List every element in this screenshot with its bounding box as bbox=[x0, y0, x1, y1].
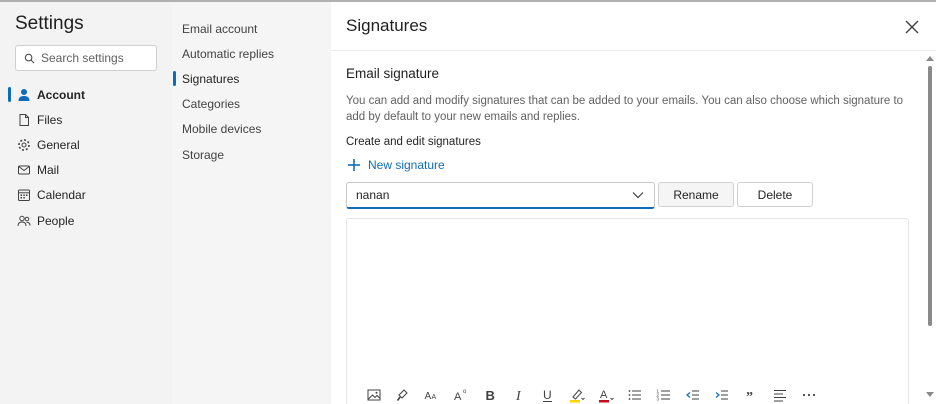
svg-text:3: 3 bbox=[656, 397, 659, 402]
svg-text:B: B bbox=[485, 388, 494, 403]
quote-icon[interactable]: ” bbox=[736, 385, 765, 404]
signatures-panel: Signatures Email signature You can add a… bbox=[331, 2, 936, 404]
subnav-item-storage[interactable]: Storage bbox=[172, 142, 331, 167]
close-icon[interactable] bbox=[902, 17, 922, 37]
mail-icon bbox=[17, 163, 31, 177]
nav-item-label: People bbox=[37, 213, 75, 228]
subnav-item-email-account[interactable]: Email account bbox=[172, 16, 331, 41]
font-color-icon[interactable]: A bbox=[591, 385, 620, 404]
plus-icon bbox=[348, 159, 360, 171]
format-painter-icon[interactable] bbox=[388, 385, 417, 404]
svg-text:A: A bbox=[424, 391, 431, 402]
new-signature-label: New signature bbox=[368, 158, 445, 172]
settings-title: Settings bbox=[15, 13, 84, 34]
scroll-thumb[interactable] bbox=[928, 66, 932, 326]
subnav-item-automatic-replies[interactable]: Automatic replies bbox=[172, 41, 331, 66]
more-options-icon[interactable] bbox=[794, 385, 823, 404]
svg-text:A: A bbox=[600, 389, 608, 401]
signature-editor[interactable] bbox=[346, 218, 909, 404]
primary-nav-list: Account Files General Mail Calendar Peop… bbox=[0, 82, 172, 233]
numbering-icon[interactable]: 123 bbox=[649, 385, 678, 404]
panel-scrollbar[interactable] bbox=[923, 52, 936, 404]
superscript-icon[interactable]: Ao bbox=[446, 385, 475, 404]
bold-icon[interactable]: B bbox=[475, 385, 504, 404]
account-subnav: Email account Automatic replies Signatur… bbox=[172, 2, 331, 404]
underline-icon[interactable]: U bbox=[533, 385, 562, 404]
people-icon bbox=[17, 214, 31, 228]
nav-item-calendar[interactable]: Calendar bbox=[0, 183, 172, 208]
subnav-list: Email account Automatic replies Signatur… bbox=[172, 16, 331, 167]
bullets-icon[interactable] bbox=[620, 385, 649, 404]
rename-button[interactable]: Rename bbox=[658, 182, 734, 207]
chevron-down-icon bbox=[632, 192, 644, 199]
section-description: You can add and modify signatures that c… bbox=[346, 95, 904, 123]
decrease-indent-icon[interactable] bbox=[678, 385, 707, 404]
panel-title: Signatures bbox=[346, 16, 428, 35]
nav-item-label: Mail bbox=[37, 163, 60, 178]
subnav-item-categories[interactable]: Categories bbox=[172, 92, 331, 117]
italic-icon[interactable]: I bbox=[504, 385, 533, 404]
search-settings-box[interactable] bbox=[15, 45, 157, 71]
nav-item-mail[interactable]: Mail bbox=[0, 158, 172, 183]
person-icon bbox=[17, 88, 31, 102]
scroll-up-arrow-icon[interactable] bbox=[926, 56, 934, 61]
nav-item-account[interactable]: Account bbox=[0, 82, 172, 107]
svg-text:”: ” bbox=[746, 390, 753, 403]
nav-item-files[interactable]: Files bbox=[0, 107, 172, 132]
nav-item-label: General bbox=[37, 137, 80, 152]
insert-image-icon[interactable] bbox=[359, 385, 388, 404]
new-signature-button[interactable]: New signature bbox=[347, 158, 445, 172]
increase-indent-icon[interactable] bbox=[707, 385, 736, 404]
scroll-down-arrow-icon[interactable] bbox=[926, 392, 934, 397]
svg-text:o: o bbox=[463, 389, 467, 395]
nav-item-label: Account bbox=[37, 87, 85, 102]
svg-text:A: A bbox=[454, 391, 462, 403]
highlight-icon[interactable] bbox=[562, 385, 591, 404]
nav-item-label: Files bbox=[37, 112, 63, 127]
align-icon[interactable] bbox=[765, 385, 794, 404]
nav-item-general[interactable]: General bbox=[0, 132, 172, 157]
header-divider bbox=[331, 50, 936, 51]
subnav-item-mobile-devices[interactable]: Mobile devices bbox=[172, 117, 331, 142]
search-icon bbox=[24, 53, 35, 63]
svg-text:A: A bbox=[431, 394, 436, 401]
nav-item-people[interactable]: People bbox=[0, 208, 172, 233]
search-input[interactable] bbox=[41, 51, 151, 65]
subnav-item-signatures[interactable]: Signatures bbox=[172, 66, 331, 91]
svg-text:I: I bbox=[515, 389, 522, 403]
nav-item-label: Calendar bbox=[37, 188, 86, 203]
create-edit-label: Create and edit signatures bbox=[346, 136, 481, 148]
formatting-toolbar: AA Ao B I U A 123 ” bbox=[359, 385, 823, 404]
calendar-icon bbox=[17, 188, 31, 202]
file-icon bbox=[17, 113, 31, 127]
section-title: Email signature bbox=[346, 66, 440, 81]
signature-dropdown[interactable]: nanan bbox=[346, 182, 655, 209]
gear-icon bbox=[17, 138, 31, 152]
delete-button[interactable]: Delete bbox=[737, 182, 813, 207]
font-size-icon[interactable]: AA bbox=[417, 385, 446, 404]
svg-text:U: U bbox=[543, 388, 552, 402]
signature-dropdown-value: nanan bbox=[356, 188, 390, 202]
settings-primary-nav: Settings Account Files General bbox=[0, 2, 172, 404]
